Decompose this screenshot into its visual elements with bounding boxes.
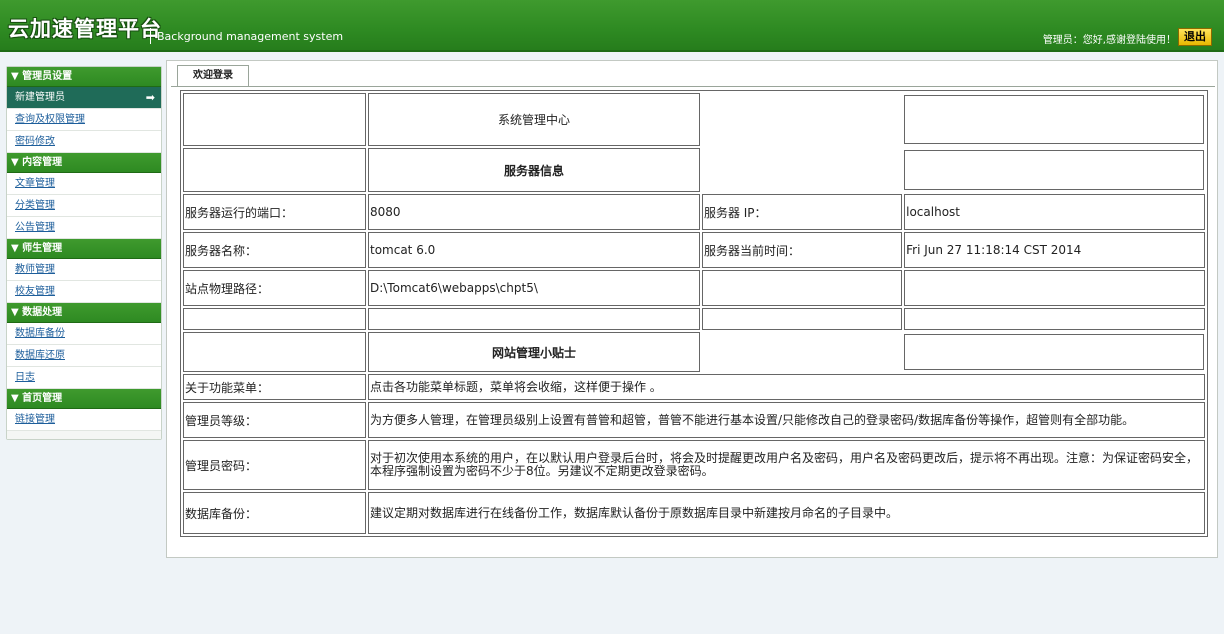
site-path-label: 站点物理路径： [183,270,366,306]
ip-value: localhost [904,194,1205,230]
server-info-table: 系统管理中心 服务器信息 服务器运行的端口： 8080 服务器 IP： loca… [180,90,1208,537]
sidebar-item-logs[interactable]: 日志 [7,367,161,389]
arrow-right-icon: ➡ [145,91,155,104]
sidebar-item-notices[interactable]: 公告管理 [7,217,161,239]
logout-button[interactable]: 退出 [1178,28,1212,46]
tip-label: 管理员等级： [183,402,366,438]
sidebar-item-db-backup[interactable]: 数据库备份 [7,323,161,345]
site-path-value: D:\Tomcat6\webapps\chpt5\ [367,270,700,306]
tip-label: 关于功能菜单： [183,374,366,400]
top-header: 云加速管理平台 Background management system 管理员… [0,0,1224,52]
menu-group-data[interactable]: ▼ 数据处理 [7,303,161,323]
menu-group-homepage[interactable]: ▼ 首页管理 [7,389,161,409]
tips-heading: 网站管理小贴士 [367,332,700,372]
table-cell [904,270,1205,306]
table-cell [183,93,366,146]
server-name-value: tomcat 6.0 [367,232,700,268]
menu-group-content[interactable]: ▼ 内容管理 [7,153,161,173]
tip-label: 数据库备份： [183,492,366,534]
tip-label: 管理员密码： [183,440,366,490]
sidebar-item-change-password[interactable]: 密码修改 [7,131,161,153]
tip-text: 为方便多人管理，在管理员级别上设置有普管和超管，普管不能进行基本设置/只能修改自… [367,402,1205,438]
table-cell [904,308,1205,330]
port-label: 服务器运行的端口： [183,194,366,230]
sidebar-item-new-admin[interactable]: 新建管理员 ➡ [7,87,161,109]
sidebar-item-categories[interactable]: 分类管理 [7,195,161,217]
main-content: 欢迎登录 系统管理中心 服务器信息 服务器运行的端口： 8080 服务器 IP：… [166,60,1218,558]
sidebar-footer [7,431,161,439]
ip-label: 服务器 IP： [701,194,903,230]
table-cell [183,148,366,192]
sidebar-item-query-permissions[interactable]: 查询及权限管理 [7,109,161,131]
sidebar-item-label: 新建管理员 [15,92,65,103]
sidebar-menu: ▼ 管理员设置 新建管理员 ➡ 查询及权限管理 密码修改 ▼ 内容管理 文章管理… [6,66,162,440]
tip-text: 建议定期对数据库进行在线备份工作，数据库默认备份于原数据库目录中新建按月命名的子… [367,492,1205,534]
sidebar-item-articles[interactable]: 文章管理 [7,173,161,195]
app-logo: 云加速管理平台 [8,17,162,41]
server-time-value: Fri Jun 27 11:18:14 CST 2014 [904,232,1205,268]
sidebar-item-teachers[interactable]: 教师管理 [7,259,161,281]
tip-text: 点击各功能菜单标题，菜单将会收缩，这样便于操作 。 [367,374,1205,400]
sidebar-item-alumni[interactable]: 校友管理 [7,281,161,303]
app-subtitle: Background management system [157,30,344,43]
server-info-heading: 服务器信息 [367,148,700,192]
table-cell [367,308,700,330]
table-cell [701,270,903,306]
menu-group-teachers-students[interactable]: ▼ 师生管理 [7,239,161,259]
table-cell [701,308,903,330]
table-cell [183,332,366,372]
logo-divider [150,28,151,44]
sidebar-item-links[interactable]: 链接管理 [7,409,161,431]
server-name-label: 服务器名称： [183,232,366,268]
page-title: 系统管理中心 [367,93,700,146]
menu-group-admin-settings[interactable]: ▼ 管理员设置 [7,67,161,87]
tip-text: 对于初次使用本系统的用户，在以默认用户登录后台时，将会及时提醒更改用户名及密码，… [367,440,1205,490]
server-time-label: 服务器当前时间： [701,232,903,268]
table-cell [183,308,366,330]
sidebar-item-db-restore[interactable]: 数据库还原 [7,345,161,367]
port-value: 8080 [367,194,700,230]
admin-greeting: 管理员：您好,感谢登陆使用！ [1042,35,1176,46]
tab-welcome[interactable]: 欢迎登录 [177,65,249,87]
tab-divider [171,86,1215,87]
